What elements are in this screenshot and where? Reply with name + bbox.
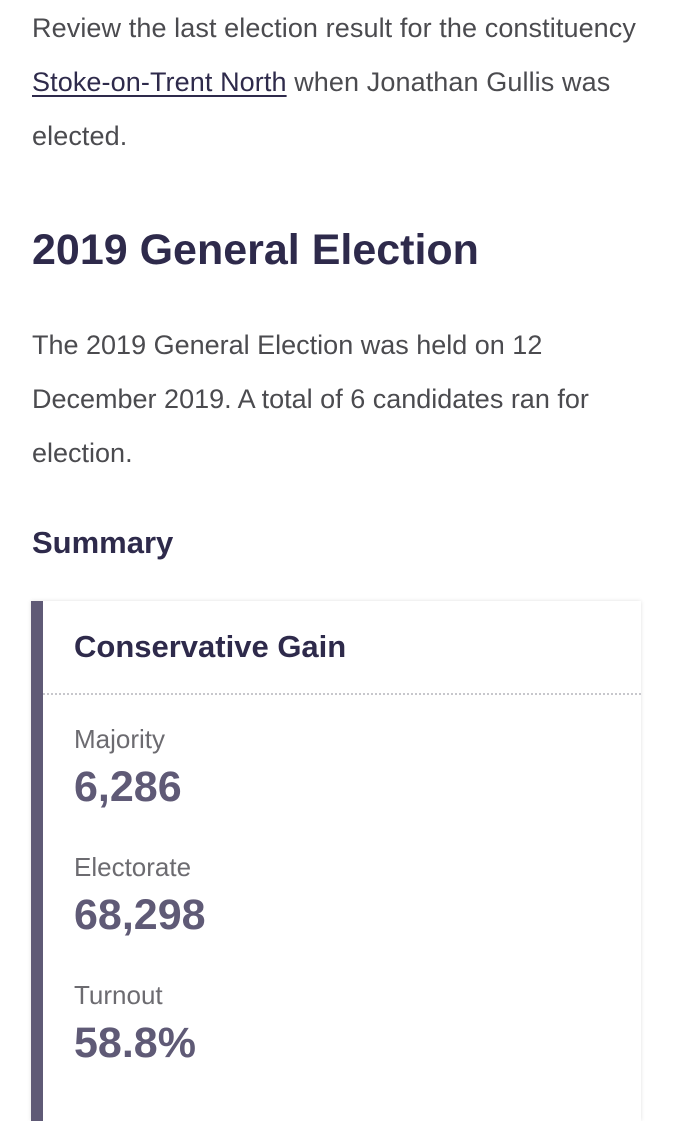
stat-turnout: Turnout 58.8% (43, 979, 196, 1069)
summary-heading: Summary (32, 525, 174, 560)
result-title: Conservative Gain (74, 629, 347, 664)
stat-label: Majority (74, 724, 166, 754)
stat-electorate: Electorate 68,298 (43, 851, 206, 941)
stat-value: 58.8% (74, 1019, 196, 1067)
intro-paragraph: Review the last election result for the … (32, 0, 642, 163)
summary-card-header: Conservative Gain (43, 601, 641, 695)
page-content: Review the last election result for the … (32, 0, 642, 560)
intro-prefix: Review the last election result for the … (32, 13, 636, 43)
stat-majority: Majority 6,286 (43, 723, 182, 813)
stat-label: Turnout (74, 980, 163, 1010)
stat-label: Electorate (74, 852, 192, 882)
election-description: The 2019 General Election was held on 12… (32, 330, 589, 468)
election-title: 2019 General Election (32, 226, 479, 274)
summary-card: Conservative Gain Majority 6,286 Elector… (31, 601, 641, 1121)
stat-value: 6,286 (74, 763, 182, 811)
stat-value: 68,298 (74, 891, 206, 939)
constituency-link[interactable]: Stoke-on-Trent North (32, 67, 287, 97)
